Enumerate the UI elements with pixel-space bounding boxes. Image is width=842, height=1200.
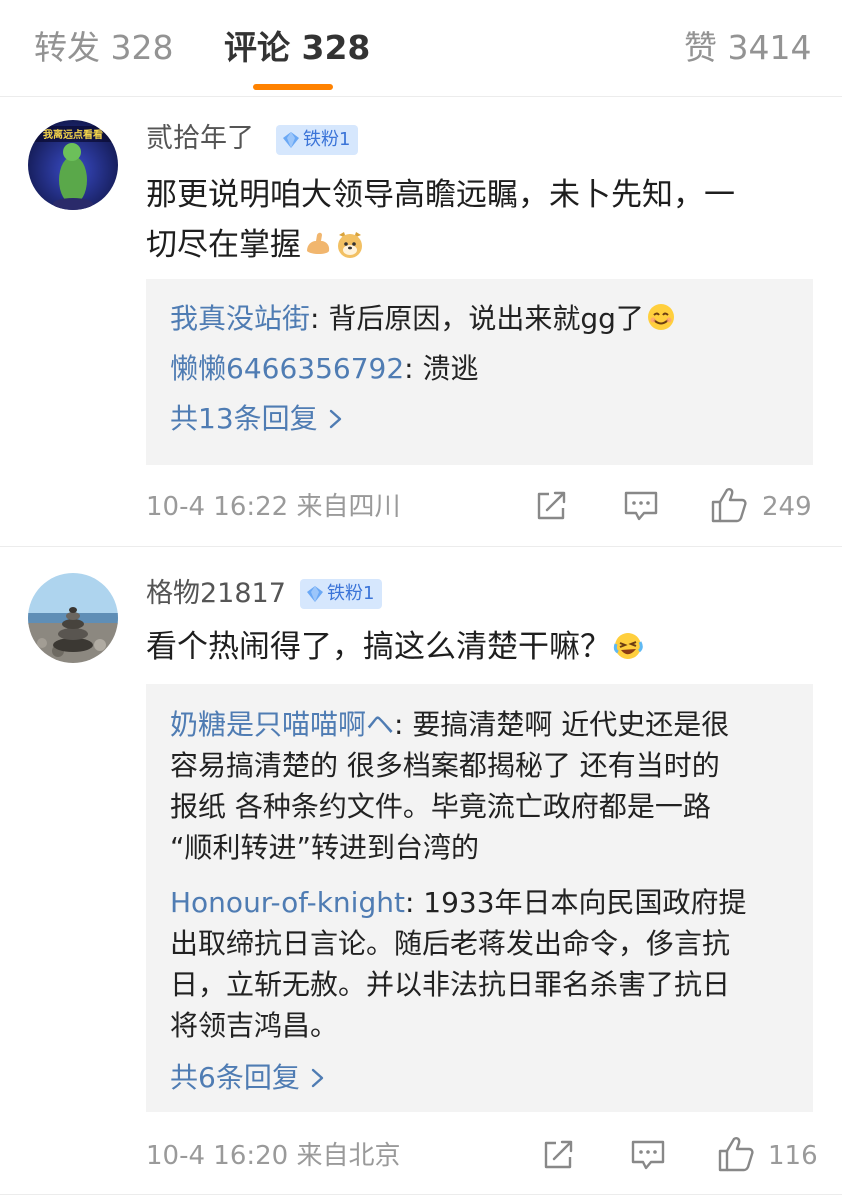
diamond-icon	[307, 586, 323, 602]
reply-comment-icon[interactable]	[622, 488, 660, 528]
doge-emoji-icon	[335, 224, 365, 258]
like-count: 249	[762, 492, 812, 522]
reply-item: 我真没站街: 背后原因，说出来就gg了	[170, 299, 800, 339]
reply-item: Honour-of-knight: 1933年日本向民国政府提 出取缔抗日言论。…	[170, 882, 800, 1046]
comment-username[interactable]: 贰拾年了	[146, 122, 254, 156]
reply-preview-box: 我真没站街: 背后原因，说出来就gg了 懒懒6466356792: 溃逃 共13…	[146, 279, 813, 465]
like-thumb-icon[interactable]	[716, 1135, 756, 1177]
tab-repost[interactable]: 转发 328	[34, 26, 173, 70]
comment-text-line: 看个热闹得了，搞这么清楚干嘛？	[146, 629, 611, 665]
avatar[interactable]: 我离远点看看	[28, 120, 118, 210]
reply-text: 报纸 各种条约文件。毕竟流亡政府都是一路	[170, 790, 711, 823]
reply-username[interactable]: 奶糖是只喵喵啊ヘ	[170, 708, 394, 741]
tab-comments[interactable]: 评论 328	[224, 26, 370, 70]
comment-tabs: 转发 328 评论 328 赞 3414	[0, 0, 842, 97]
reply-preview-box: 奶糖是只喵喵啊ヘ: 要搞清楚啊 近代史还是很 容易搞清楚的 很多档案都揭秘了 还…	[146, 684, 813, 1112]
reply-username[interactable]: 我真没站街	[170, 302, 310, 335]
badge-label: 铁粉1	[327, 583, 375, 604]
reply-text: 容易搞清楚的 很多档案都揭秘了 还有当时的	[170, 749, 720, 782]
reply-text: : 溃逃	[404, 352, 479, 385]
comment-text-line: 那更说明咱大领导高瞻远瞩，未卜先知，一	[146, 177, 735, 213]
tab-likes[interactable]: 赞 3414	[684, 26, 811, 70]
reply-text: : 1933年日本向民国政府提	[404, 886, 747, 919]
tabs-divider	[0, 96, 842, 97]
chevron-right-icon	[311, 1068, 324, 1088]
diamond-icon	[283, 132, 299, 148]
more-replies-label: 共6条回复	[170, 1061, 300, 1094]
fan-badge[interactable]: 铁粉1	[300, 579, 383, 609]
like-thumb-icon[interactable]	[709, 486, 749, 528]
view-more-replies-link[interactable]: 共6条回复	[170, 1058, 326, 1098]
like-count: 116	[768, 1141, 818, 1171]
share-icon[interactable]	[533, 488, 569, 528]
fan-badge[interactable]: 铁粉1	[276, 125, 359, 155]
reply-comment-icon[interactable]	[629, 1137, 667, 1177]
share-icon[interactable]	[540, 1137, 576, 1177]
reply-item: 懒懒6466356792: 溃逃	[170, 349, 800, 389]
laughing-tears-emoji-icon	[613, 626, 643, 659]
comment-text: 看个热闹得了，搞这么清楚干嘛？	[146, 622, 826, 672]
reply-text: : 要搞清楚啊 近代史还是很	[394, 708, 730, 741]
smile-emoji-icon	[646, 302, 676, 332]
view-more-replies-link[interactable]: 共13条回复	[170, 399, 344, 439]
comment-text-line: 切尽在掌握	[146, 227, 301, 263]
badge-label: 铁粉1	[303, 129, 351, 150]
reply-username[interactable]: Honour-of-knight	[170, 886, 405, 919]
reply-username[interactable]: 懒懒6466356792	[170, 352, 404, 385]
reply-text: : 背后原因，说出来就gg了	[310, 302, 644, 335]
comment-time-location: 10-4 16:22 来自四川	[146, 492, 401, 522]
chevron-right-icon	[329, 409, 341, 429]
comment-text: 那更说明咱大领导高瞻远瞩，未卜先知，一 切尽在掌握	[146, 170, 826, 270]
comment-username[interactable]: 格物21817	[146, 577, 286, 611]
reply-text: 将领吉鸿昌。	[170, 1009, 339, 1042]
comment-divider	[0, 546, 842, 547]
avatar[interactable]	[28, 573, 118, 663]
comment-divider	[0, 1194, 842, 1195]
reply-item: 奶糖是只喵喵啊ヘ: 要搞清楚啊 近代史还是很 容易搞清楚的 很多档案都揭秘了 还…	[170, 704, 800, 868]
reply-text: 日，立斩无赦。并以非法抗日罪名杀害了抗日	[170, 968, 731, 1001]
more-replies-label: 共13条回复	[170, 402, 318, 435]
reply-text: 出取缔抗日言论。随后老蒋发出命令，侈言抗	[170, 927, 731, 960]
comment-time-location: 10-4 16:20 来自北京	[146, 1141, 401, 1171]
active-tab-indicator	[253, 84, 333, 90]
avatar-caption: 我离远点看看	[43, 128, 103, 141]
reply-text: “顺利转进”转进到台湾的	[170, 831, 480, 864]
flexed-biceps-emoji-icon	[303, 224, 333, 254]
